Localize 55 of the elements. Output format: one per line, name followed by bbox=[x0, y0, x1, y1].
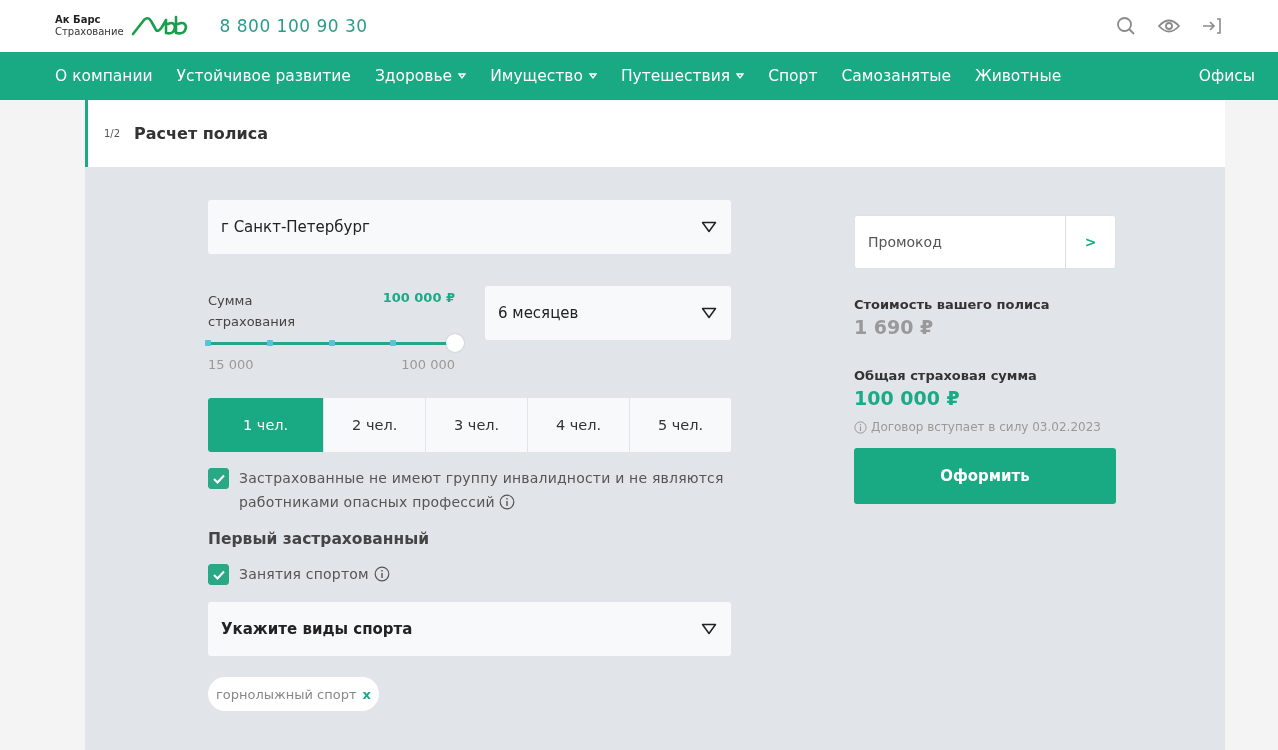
slider-tick bbox=[205, 340, 211, 346]
step-counter: 1/2 bbox=[104, 128, 121, 139]
checkbox-label: Застрахованные не имеют группу инвалидности и не являются работниками опасных профессий bbox=[239, 469, 725, 512]
submit-button[interactable]: Оформить bbox=[854, 448, 1116, 504]
cost-value: 1 690 ₽ bbox=[854, 316, 935, 338]
select-field[interactable]: г Санкт-Петербург bbox=[208, 200, 731, 254]
checkmark-icon bbox=[211, 472, 226, 485]
nav-link[interactable]: Путешествия bbox=[620, 67, 745, 85]
slider-max-label: 100 000 bbox=[401, 357, 455, 372]
info-icon bbox=[373, 566, 390, 582]
dropdown-triangle-icon bbox=[701, 307, 717, 319]
slider-tick bbox=[266, 340, 273, 346]
phone-link[interactable]: 8 800 100 90 30 bbox=[219, 16, 368, 36]
eye-icon bbox=[1158, 18, 1180, 34]
total-value: 100 000 ₽ bbox=[854, 387, 961, 409]
nav-link[interactable]: Животные bbox=[974, 67, 1062, 85]
checkmark-icon bbox=[211, 568, 226, 581]
note-text: Договор вступает в силу 03.02.2023 bbox=[871, 420, 1101, 434]
sum-value: 100 000 ₽ bbox=[382, 290, 455, 305]
people-tab[interactable]: 1 чел. bbox=[208, 398, 324, 452]
select-field[interactable]: 6 месяцев bbox=[485, 286, 731, 340]
search-icon bbox=[1116, 16, 1136, 36]
nav-link[interactable]: Устойчивое развитие bbox=[176, 67, 351, 85]
select-field[interactable]: Укажите виды спорта bbox=[208, 602, 731, 656]
checkbox[interactable] bbox=[208, 564, 229, 585]
nav-link[interactable]: Имущество bbox=[490, 67, 597, 85]
sum-label: Сумма страхования bbox=[208, 292, 296, 331]
info-icon bbox=[854, 420, 867, 434]
slider-tick bbox=[390, 340, 397, 346]
remove-button[interactable]: x bbox=[362, 686, 371, 702]
checkbox-label: Занятия спортом bbox=[239, 562, 390, 586]
apply-button[interactable]: > bbox=[1065, 216, 1115, 268]
dropdown-triangle-icon bbox=[701, 623, 717, 635]
info-icon bbox=[499, 494, 516, 510]
promo-field[interactable]: Промокод > bbox=[854, 215, 1116, 269]
nav-link[interactable]: Офисы bbox=[1198, 67, 1255, 85]
nav-link[interactable]: Спорт bbox=[768, 67, 818, 85]
slider-min-label: 15 000 bbox=[208, 357, 254, 372]
sport-tag: горнолыжный спорт x bbox=[208, 677, 379, 711]
cost-label: Стоимость вашего полиса bbox=[854, 297, 1051, 312]
login-icon bbox=[1202, 17, 1222, 35]
slider-thumb[interactable] bbox=[446, 334, 464, 352]
section-title: Первый застрахованный bbox=[208, 530, 431, 548]
step-title: Расчет полиса bbox=[134, 124, 269, 143]
dropdown-triangle-icon bbox=[701, 221, 717, 233]
nav-link[interactable]: Здоровье bbox=[374, 67, 467, 85]
logo-text: Страхование bbox=[55, 26, 124, 38]
slider-tick bbox=[328, 340, 335, 346]
nav-link[interactable]: Самозанятые bbox=[841, 67, 951, 85]
logo-mark-icon bbox=[129, 15, 188, 37]
checkbox[interactable] bbox=[208, 468, 229, 489]
people-tab[interactable]: 5 чел. bbox=[629, 398, 731, 452]
logo-text: Ак Барс bbox=[55, 14, 102, 26]
total-label: Общая страховая сумма bbox=[854, 368, 1038, 383]
nav-link[interactable]: О компании bbox=[55, 67, 153, 85]
